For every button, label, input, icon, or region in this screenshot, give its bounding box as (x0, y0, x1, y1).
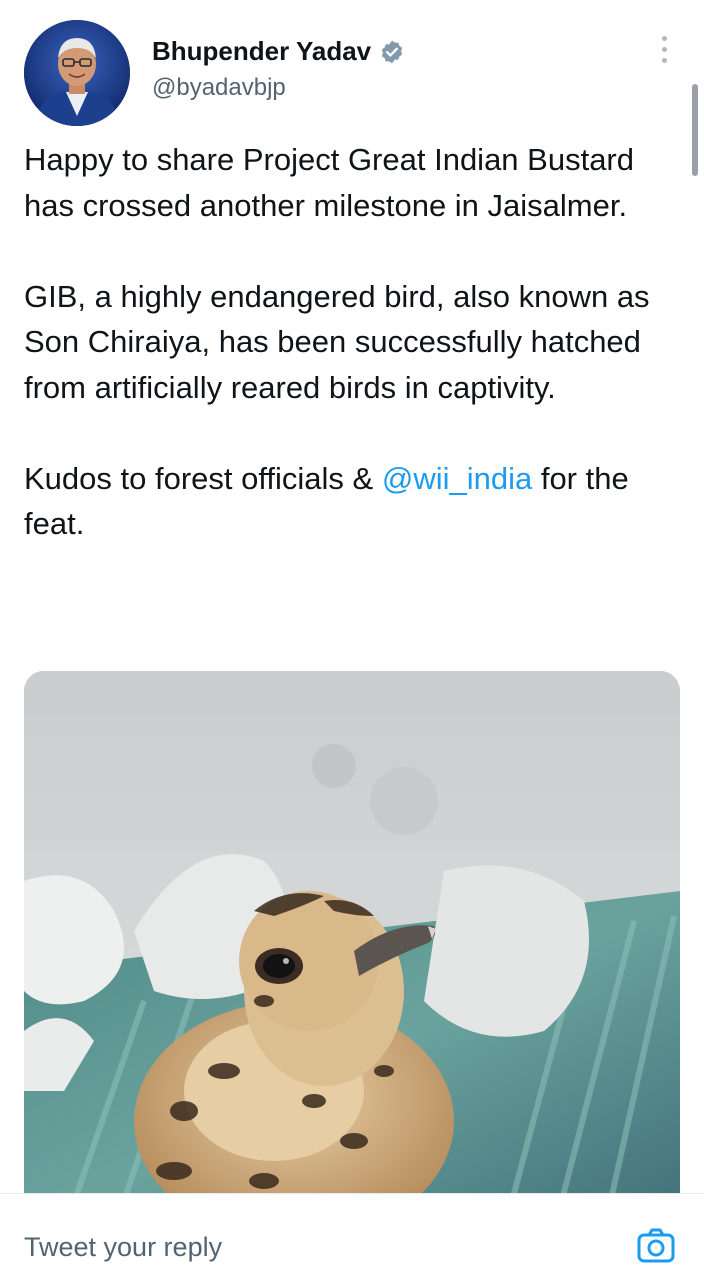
verified-badge-icon (379, 39, 405, 65)
more-options-icon[interactable] (652, 36, 676, 70)
tweet-paragraph: Happy to share Project Great Indian Bust… (24, 142, 634, 223)
tweet-photo[interactable] (24, 671, 680, 1231)
reply-bar: Tweet your reply (0, 1193, 704, 1281)
reply-input[interactable]: Tweet your reply (24, 1232, 222, 1263)
camera-icon[interactable] (636, 1226, 676, 1266)
scrollbar[interactable] (692, 84, 698, 176)
avatar[interactable] (24, 20, 130, 126)
author-name[interactable]: Bhupender Yadav (152, 36, 371, 67)
tweet-paragraph: Kudos to forest officials & @wii_india f… (24, 456, 684, 547)
avatar-image (24, 20, 130, 126)
author-handle[interactable]: @byadavbjp (152, 74, 286, 102)
mention-link[interactable]: @wii_india (382, 461, 532, 496)
tweet-text: Happy to share Project Great Indian Bust… (24, 137, 684, 547)
bird-chick-photo (24, 671, 680, 1231)
tweet-text-segment: Kudos to forest officials & (24, 460, 382, 496)
tweet-paragraph: GIB, a highly endangered bird, also know… (24, 278, 650, 405)
author-name-row[interactable]: Bhupender Yadav (152, 36, 405, 67)
